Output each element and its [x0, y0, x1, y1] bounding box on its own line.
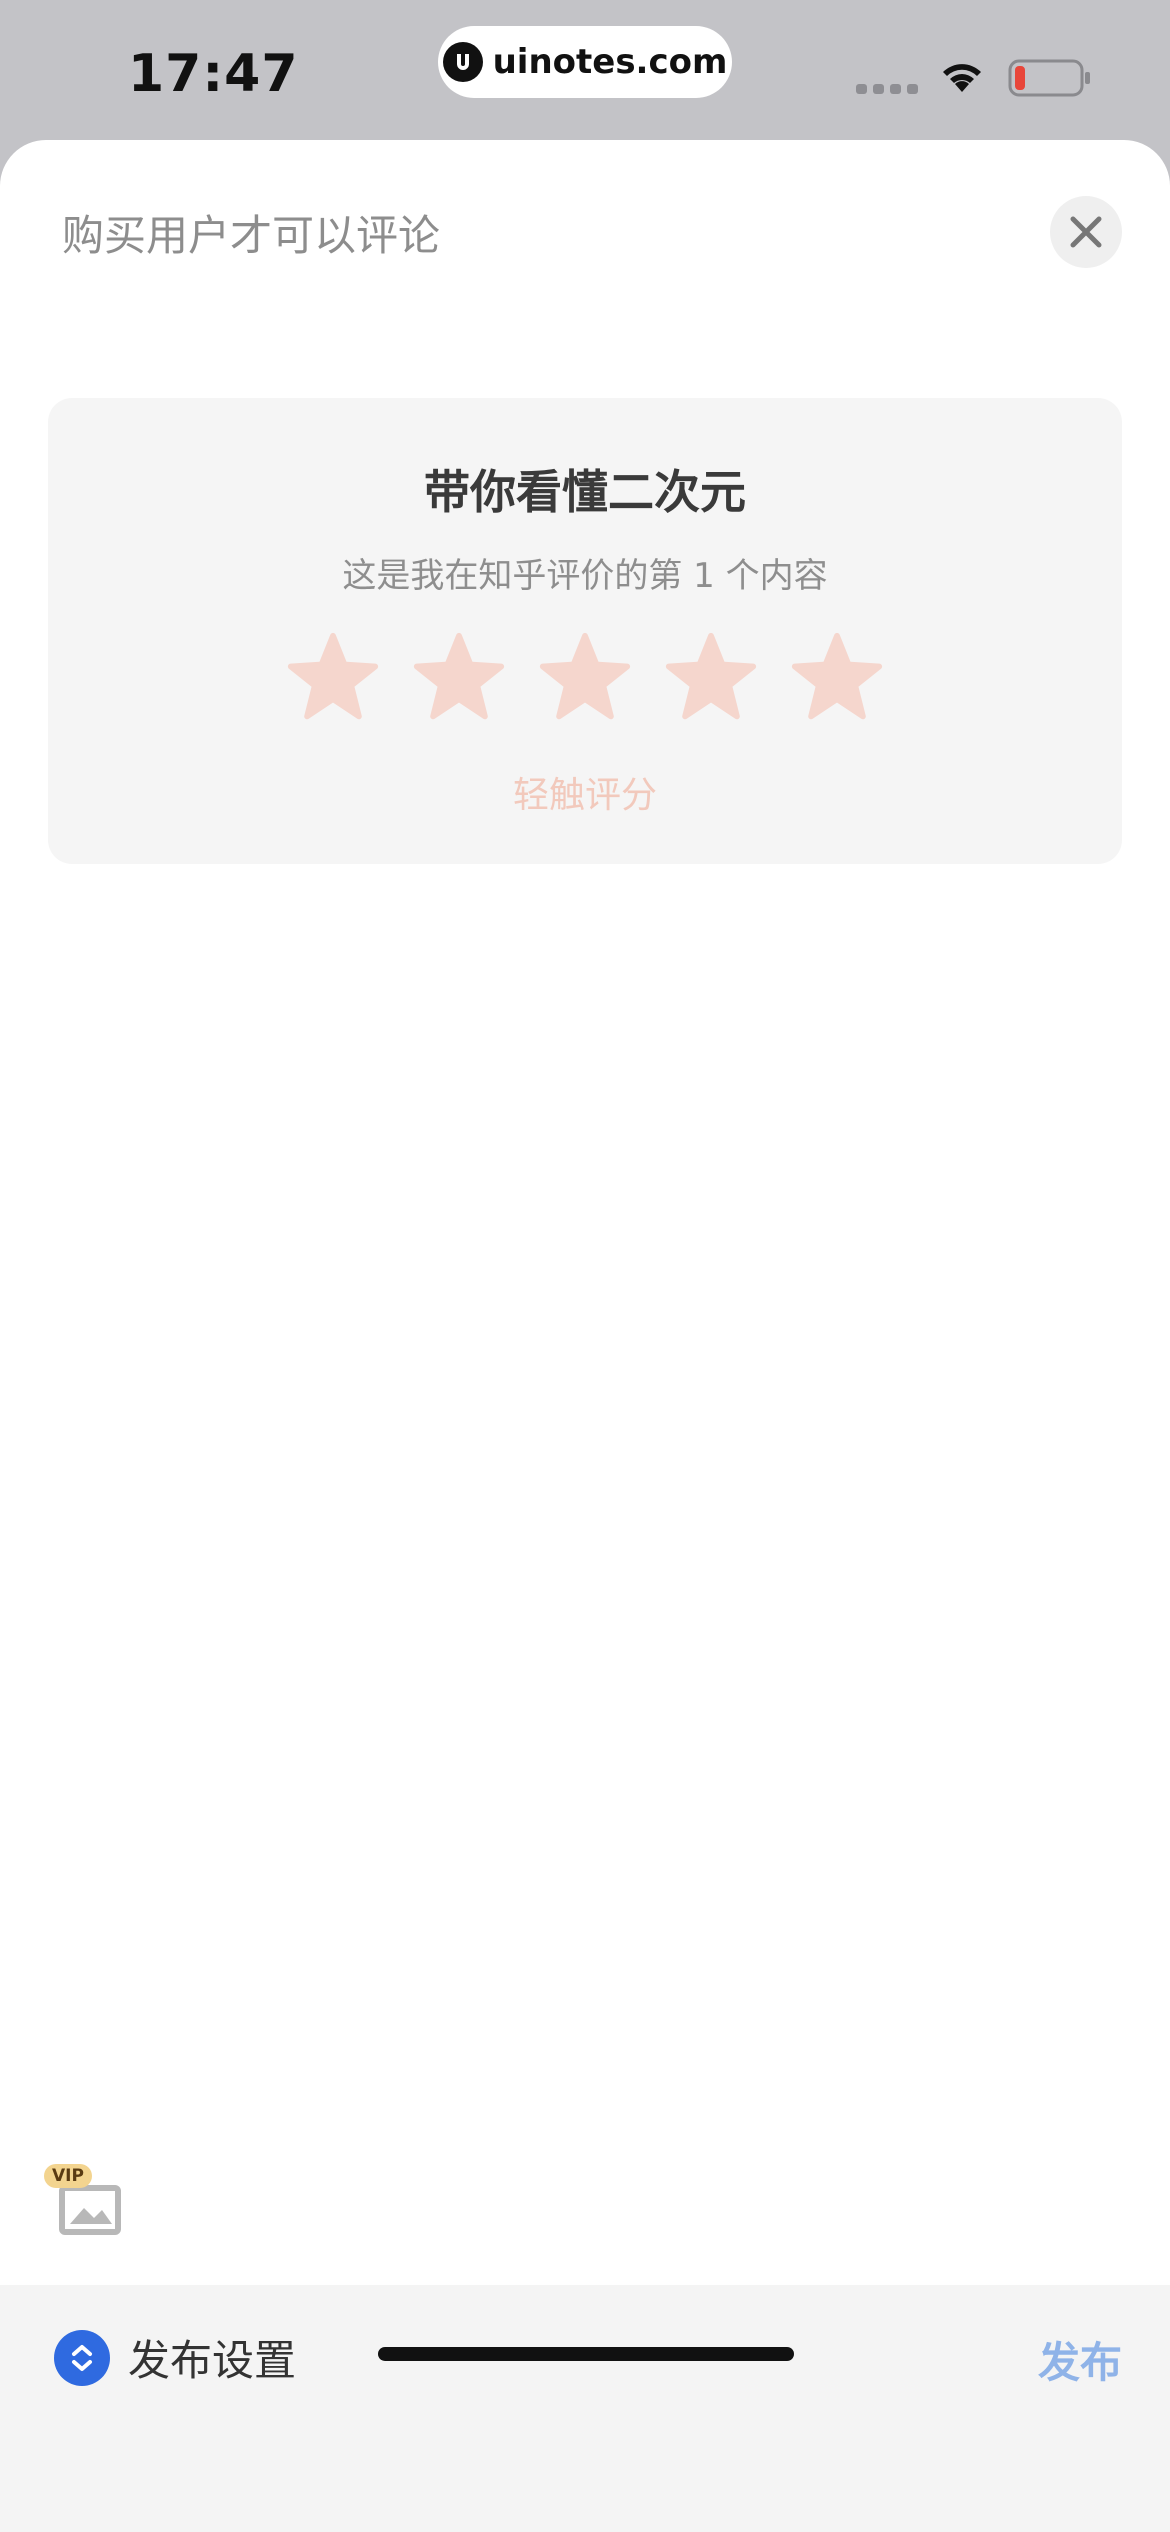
url-text: uinotes.com: [492, 42, 728, 82]
sheet-title: 购买用户才可以评论: [62, 211, 441, 260]
content-subtitle: 这是我在知乎评价的第 1 个内容: [342, 556, 828, 596]
sort-arrows-icon: [54, 2329, 110, 2386]
wifi-icon: [943, 64, 981, 92]
home-indicator[interactable]: [378, 2347, 794, 2361]
status-time: 17:47: [128, 44, 299, 104]
bottom-bar: 发布设置 发布: [0, 2285, 1170, 2532]
publish-settings-button[interactable]: 发布设置: [54, 2327, 296, 2388]
content-title: 带你看懂二次元: [424, 465, 746, 519]
site-logo-icon: [442, 42, 483, 82]
star-rating[interactable]: [48, 630, 1122, 726]
rating-card: 带你看懂二次元 这是我在知乎评价的第 1 个内容 轻触评分: [48, 398, 1122, 864]
battery-icon: [1008, 59, 1090, 97]
status-bar: 17:47 uinotes.com: [0, 0, 1170, 140]
cellular-signal-icon: [856, 84, 918, 94]
rating-hint: 轻触评分: [512, 775, 657, 816]
star-icon-1[interactable]: [285, 630, 381, 726]
vip-badge: VIP: [44, 2164, 92, 2188]
url-pill[interactable]: uinotes.com: [438, 26, 732, 98]
star-icon-3[interactable]: [537, 630, 633, 726]
star-icon-2[interactable]: [411, 630, 507, 726]
close-icon: [1070, 216, 1102, 248]
insert-image-button[interactable]: VIP: [44, 2164, 124, 2238]
close-button[interactable]: [1050, 196, 1122, 268]
comment-sheet: 购买用户才可以评论 带你看懂二次元 这是我在知乎评价的第 1 个内容 轻触评分: [0, 140, 1170, 2532]
screen: 17:47 uinotes.com 购买用户才可以评论 带你看懂二次元 这是我在…: [0, 0, 1170, 2532]
star-icon-5[interactable]: [789, 630, 885, 726]
star-icon-4[interactable]: [663, 630, 759, 726]
publish-button[interactable]: 发布: [1038, 2329, 1122, 2390]
publish-settings-label: 发布设置: [128, 2336, 297, 2385]
